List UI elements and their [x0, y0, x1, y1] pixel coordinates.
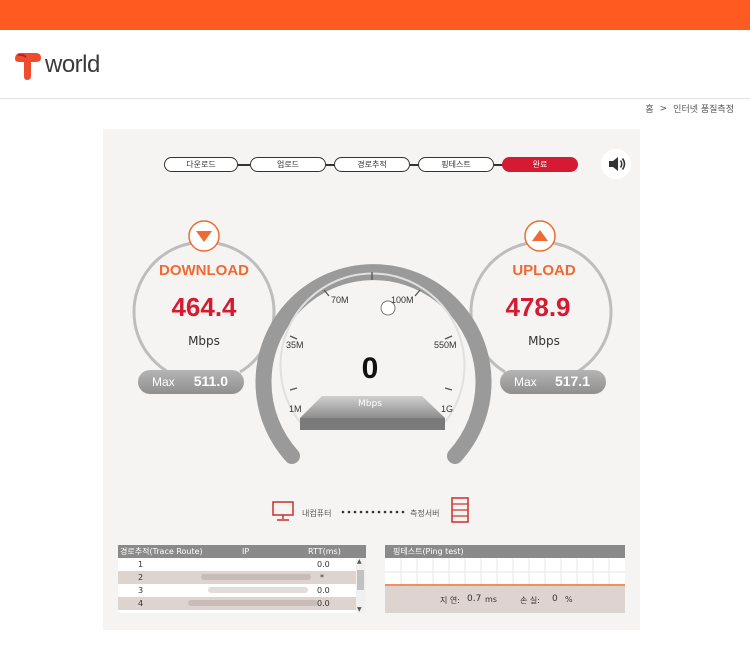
download-label: DOWNLOAD — [159, 262, 249, 279]
upload-max-pill: Max 517.1 — [500, 370, 606, 394]
tick-label: 1G — [441, 404, 454, 414]
download-unit: Mbps — [188, 334, 220, 348]
scrollbar-thumb[interactable] — [357, 570, 364, 590]
table-row: 4 0.0 — [118, 597, 366, 610]
tick-label: 100M — [391, 295, 414, 305]
speed-gauges-graphic — [132, 220, 613, 523]
table-row: 1 0.0 — [118, 558, 366, 571]
ping-test-panel: 핑테스트(Ping test) 지 연: 0.7 ms 손 실: 0 % — [385, 545, 625, 613]
ip-redacted — [201, 574, 311, 580]
hop-number: 1 — [138, 560, 144, 569]
ip-redacted — [188, 600, 318, 606]
ping-test-header: 핑테스트(Ping test) — [385, 545, 625, 558]
server-label: 측정서버 — [410, 509, 440, 518]
tick-label: 70M — [331, 295, 349, 305]
ip-redacted — [208, 587, 308, 593]
loss-label: 손 실: — [520, 596, 540, 605]
traceroute-title: 경로추적(Trace Route) — [120, 547, 203, 556]
rtt-value: 0.0 — [317, 560, 330, 569]
latency-unit: ms — [485, 595, 497, 604]
traceroute-header: 경로추적(Trace Route) IP RTT(ms) — [118, 545, 366, 558]
tick-label: 1M — [289, 404, 302, 414]
hop-number: 3 — [138, 586, 144, 595]
column-ip: IP — [242, 547, 250, 556]
tick-label: 550M — [434, 340, 457, 350]
download-max-label: Max — [152, 375, 175, 389]
rtt-value: 0.0 — [317, 599, 330, 608]
download-speed-value: 464.4 — [171, 292, 237, 322]
traceroute-scrollbar[interactable]: ▲ ▼ — [356, 558, 366, 613]
tick-label: 35M — [286, 340, 304, 350]
column-rtt: RTT(ms) — [308, 547, 341, 556]
hop-number: 2 — [138, 573, 144, 582]
table-row: 2 * — [118, 571, 366, 584]
table-row: 3 0.0 — [118, 584, 366, 597]
traceroute-table: 경로추적(Trace Route) IP RTT(ms) 1 0.0 2 * 3… — [118, 545, 366, 613]
upload-label: UPLOAD — [512, 262, 576, 279]
rtt-value: * — [320, 573, 324, 582]
loss-unit: % — [565, 595, 573, 604]
rtt-value: 0.0 — [317, 586, 330, 595]
current-speed-value: 0 — [361, 352, 379, 385]
ping-stats: 지 연: 0.7 ms 손 실: 0 % — [385, 586, 625, 613]
computer-icon — [272, 501, 294, 521]
loss-value: 0 — [552, 594, 558, 604]
download-max-value: 511.0 — [193, 373, 228, 389]
upload-max-label: Max — [514, 375, 537, 389]
server-icon — [451, 497, 469, 523]
upload-max-value: 517.1 — [554, 373, 590, 389]
latency-value: 0.7 — [467, 594, 482, 604]
hop-number: 4 — [138, 599, 144, 608]
latency-label: 지 연: — [440, 596, 460, 605]
ping-test-title: 핑테스트(Ping test) — [393, 547, 464, 556]
my-computer-label: 내컴퓨터 — [302, 509, 332, 518]
ping-graph — [385, 558, 625, 586]
gauge-base-shadow — [300, 418, 445, 430]
connection-dots — [341, 510, 405, 514]
current-speed-unit: Mbps — [358, 399, 382, 409]
upload-speed-value: 478.9 — [505, 292, 571, 322]
scroll-down-icon[interactable]: ▼ — [357, 606, 362, 613]
scroll-up-icon[interactable]: ▲ — [357, 558, 362, 565]
download-max-pill: Max 511.0 — [138, 370, 244, 394]
upload-unit: Mbps — [528, 334, 560, 348]
